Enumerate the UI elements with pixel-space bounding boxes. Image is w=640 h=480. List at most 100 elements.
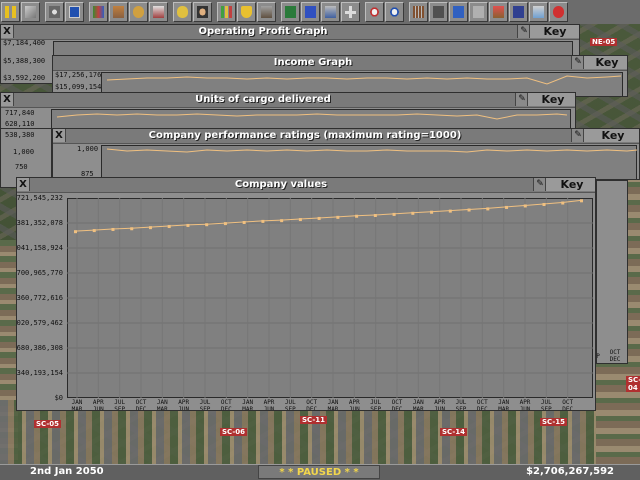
town-sign[interactable]: SC-14: [440, 428, 467, 436]
ships-icon: [325, 6, 336, 18]
company-money: $2,706,267,592: [526, 466, 614, 477]
data-point: [411, 211, 415, 215]
data-point: [580, 199, 583, 203]
graphs-icon: [221, 6, 232, 18]
y-axis-label: 538,380: [5, 131, 35, 139]
finances-button[interactable]: [173, 2, 192, 22]
town-directory-icon: [113, 6, 124, 18]
town-sign[interactable]: NE-05: [590, 38, 618, 46]
performance-ratings-window: X Company performance ratings (maximum r…: [52, 128, 640, 180]
aircraft-icon: [345, 6, 356, 18]
data-point: [336, 215, 340, 219]
settings-icon: [49, 6, 60, 18]
build-road-button[interactable]: [429, 2, 448, 22]
industry-icon: [261, 6, 272, 18]
paused-indicator[interactable]: * * PAUSED * *: [258, 465, 380, 479]
zoom-in-icon: [369, 6, 380, 18]
data-point: [392, 212, 396, 216]
data-point: [373, 214, 377, 218]
data-point: [223, 222, 227, 226]
save-button[interactable]: [65, 2, 84, 22]
subsidies-icon: [133, 6, 144, 18]
company-values-window: X Company values ✎ Key $2,721,545,232$2,…: [16, 177, 596, 411]
build-air-button[interactable]: [469, 2, 488, 22]
game-date: 2nd Jan 2050: [30, 466, 104, 477]
data-point: [505, 205, 509, 209]
stations-button[interactable]: [149, 2, 168, 22]
data-point: [280, 219, 284, 223]
data-point: [261, 219, 265, 223]
data-point: [186, 223, 190, 227]
x-axis-label: OCT: [609, 349, 621, 356]
data-point: [317, 216, 321, 220]
fast-forward-button[interactable]: [21, 2, 40, 22]
aircraft-button[interactable]: [341, 2, 360, 22]
build-rail-button[interactable]: [409, 2, 428, 22]
income-graph-window: Income Graph ✎ Key $17,256,176 $15,099,1…: [52, 55, 628, 97]
data-point: [242, 220, 246, 224]
y-axis-label: 1,000: [13, 148, 35, 156]
data-point: [130, 227, 134, 231]
cargo-delivered-window: X Units of cargo delivered ✎ Key 717,840…: [0, 92, 576, 132]
income-line: [106, 75, 622, 85]
x-axis-label: P: [596, 353, 600, 360]
messages-icon: [533, 6, 544, 18]
graphs-button[interactable]: [217, 2, 236, 22]
build-road-icon: [433, 6, 444, 18]
data-point: [467, 208, 471, 212]
data-point: [74, 230, 77, 234]
landscaping-button[interactable]: [489, 2, 508, 22]
trains-button[interactable]: [281, 2, 300, 22]
data-point: [298, 218, 302, 222]
settings-button[interactable]: [45, 2, 64, 22]
x-axis-label: DEC: [609, 356, 621, 363]
zoom-out-icon: [389, 6, 400, 18]
music-icon: [513, 6, 524, 18]
ships-button[interactable]: [321, 2, 340, 22]
town-sign[interactable]: SC-15: [540, 418, 567, 426]
status-bar: 2nd Jan 2050 * * PAUSED * * $2,706,267,5…: [0, 464, 640, 480]
data-point: [355, 214, 359, 218]
performance-line: [106, 148, 638, 153]
help-button[interactable]: [549, 2, 568, 22]
build-water-button[interactable]: [449, 2, 468, 22]
data-point: [561, 201, 565, 205]
data-point: [148, 226, 152, 230]
finances-icon: [177, 6, 188, 18]
road-vehicles-button[interactable]: [301, 2, 320, 22]
company-icon: [197, 6, 208, 18]
town-sign[interactable]: SC-06: [220, 428, 247, 436]
fast-forward-icon: [25, 6, 36, 18]
town-sign[interactable]: SC-05: [34, 420, 61, 428]
build-rail-icon: [413, 6, 424, 18]
town-sign[interactable]: SC-11: [300, 416, 327, 424]
data-point: [430, 210, 434, 214]
company-values-chart: [67, 198, 593, 398]
pause-button[interactable]: [1, 2, 20, 22]
main-toolbar: [0, 0, 640, 24]
company-button[interactable]: [193, 2, 212, 22]
data-point: [542, 202, 546, 206]
subsidies-button[interactable]: [129, 2, 148, 22]
map-button[interactable]: [89, 2, 108, 22]
industry-button[interactable]: [257, 2, 276, 22]
zoom-out-button[interactable]: [385, 2, 404, 22]
zoom-in-button[interactable]: [365, 2, 384, 22]
behind-window-right: P OCT DEC: [596, 180, 628, 364]
music-button[interactable]: [509, 2, 528, 22]
pause-icon: [5, 6, 16, 18]
data-point: [448, 209, 452, 213]
league-button[interactable]: [237, 2, 256, 22]
y-axis-label: 750: [15, 163, 28, 171]
data-point: [205, 223, 209, 227]
messages-button[interactable]: [529, 2, 548, 22]
save-icon: [69, 6, 80, 18]
data-point: [111, 227, 115, 231]
town-sign[interactable]: SC-04: [626, 376, 640, 392]
landscaping-icon: [493, 6, 504, 18]
cargo-line: [56, 113, 568, 120]
help-icon: [553, 6, 564, 18]
data-point: [523, 204, 527, 208]
trains-icon: [285, 6, 296, 18]
town-directory-button[interactable]: [109, 2, 128, 22]
